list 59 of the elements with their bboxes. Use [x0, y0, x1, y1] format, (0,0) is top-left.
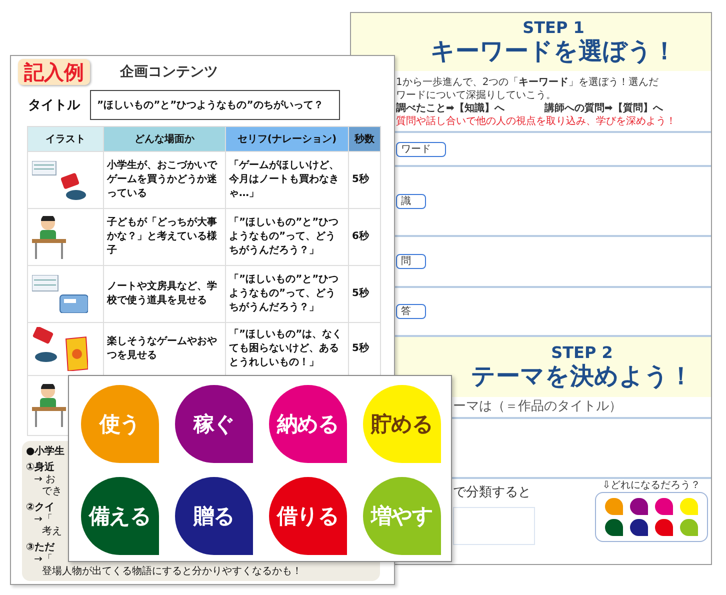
- table-cell: 「”ほしいもの”と”ひつようなもの”って、どうちがうんだろう？」: [229, 217, 339, 256]
- table-cell: 子どもが「どっちが大事かな？」と考えている様子: [107, 217, 217, 256]
- notebook-and-pencil-case-drawing: [32, 275, 88, 313]
- instruction-text: ワードについて深掘りしていこう。: [396, 89, 556, 102]
- child-at-desk-drawing: [32, 384, 66, 427]
- step-heading: テーマを決めよう！: [471, 360, 693, 390]
- keyword-tile: 貯める: [363, 385, 441, 463]
- route-text: 講師への質問➡【質問】へ: [544, 102, 663, 115]
- note-text: ①身近: [26, 462, 54, 474]
- keyword-tile: 使う: [81, 385, 159, 463]
- field-label: 答: [396, 304, 426, 319]
- title-box: ”ほしいもの”と”ひつようなもの”のちがいって？: [90, 90, 340, 120]
- game-console-and-snack-bag-drawing: [32, 327, 88, 371]
- column-header: イラスト: [28, 126, 104, 152]
- instruction-text: 1から一歩進んで、2つの「キーワード」を選ぼう！選んだ: [396, 76, 659, 89]
- table-cell: 小学生が、おこづかいでゲームを買うかどうか迷っている: [107, 160, 217, 199]
- classify-label: で分類すると: [453, 484, 532, 502]
- notebook-and-game-console-drawing: [32, 160, 86, 200]
- note-text: ②クイ: [26, 502, 54, 514]
- title-label: タイトル: [28, 97, 80, 114]
- keyword-tile: 贈る: [175, 477, 253, 555]
- keyword-tile: 稼ぐ: [175, 385, 253, 463]
- table-cell: 6秒: [352, 231, 369, 242]
- note-text: 考え: [41, 526, 62, 538]
- keyword-tile: 納める: [269, 385, 347, 463]
- field-label: 識: [396, 194, 426, 208]
- field-label: 問: [396, 254, 426, 269]
- step-label: STEP 1: [522, 18, 584, 36]
- note-text: でき: [41, 486, 62, 498]
- table-cell: 5秒: [352, 343, 369, 354]
- note-text: ③ただ: [26, 542, 54, 554]
- column-header: 秒数: [348, 126, 380, 152]
- hint-text: ⇩どれになるだろう？: [601, 480, 702, 492]
- route-text: 調べたこと➡【知識】へ: [396, 102, 504, 115]
- table-cell: 5秒: [352, 174, 369, 185]
- step-label: STEP 2: [551, 344, 613, 360]
- keyword-tile: 増やす: [363, 477, 441, 555]
- keyword-tile: 借りる: [269, 477, 347, 555]
- table-cell: 楽しそうなゲームやおやつを見せる: [107, 336, 217, 361]
- sheet-title: 企画コンテンツ: [120, 63, 218, 81]
- table-cell: 「”ほしいもの”は、なくても困らないけど、あるとうれしいもの！」: [229, 329, 342, 368]
- keyword-tile: 備える: [81, 477, 159, 555]
- note-text: →「: [33, 554, 52, 566]
- note-text: → お: [33, 474, 56, 486]
- tip-text: 質問や話し合いで他の人の視点を取り込み、学びを深めよう！: [396, 115, 676, 128]
- column-header: どんな場面か: [104, 126, 226, 152]
- table-cell: ノートや文房具など、学校で使う道具を見せる: [107, 281, 217, 306]
- table-cell: 5秒: [352, 288, 369, 299]
- column-header: セリフ(ナレーション): [226, 126, 348, 152]
- note-text: 登場人物が出てくる物語にすると分かりやすくなるかも！: [41, 566, 302, 578]
- example-badge: 記入例: [18, 59, 90, 85]
- theme-label: ーマは（＝作品のタイトル）: [452, 398, 623, 416]
- note-text: →「: [33, 514, 52, 526]
- child-at-desk-drawing: [32, 216, 66, 258]
- table-cell: 「ゲームがほしいけど、今月はノートも買わなきゃ…」: [229, 160, 339, 199]
- table-cell: 「”ほしいもの”と”ひつようなもの”って、どうちがうんだろう？」: [229, 274, 339, 313]
- note-text: ●小学生: [26, 446, 65, 458]
- field-label: ワード: [396, 142, 446, 156]
- step-heading: キーワードを選ぼう！: [430, 36, 676, 66]
